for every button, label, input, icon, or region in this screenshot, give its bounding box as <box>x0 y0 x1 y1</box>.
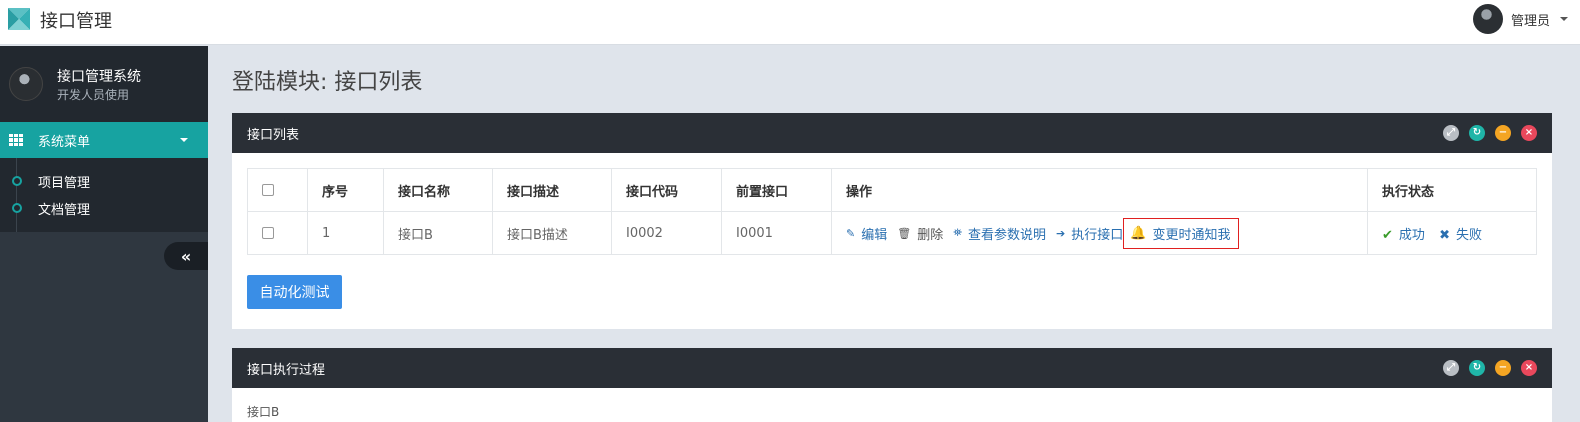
status-fail-link[interactable]: ✖ 失败 <box>1439 228 1482 243</box>
column-header: 接口描述 <box>492 168 612 212</box>
notify-on-change-link[interactable]: 🔔 变更时通知我 <box>1123 217 1240 249</box>
table-row: 1 接口B 接口B描述 I0002 I0001 ✎ 编辑 🗑 删除 ⛯ 查看参数说明 … <box>247 211 1537 255</box>
table-header-row: 序号 接口名称 接口描述 接口代码 前置接口 操作 执行状态 <box>247 168 1537 212</box>
x-icon: ✖ <box>1439 227 1450 243</box>
panel-title: 接口执行过程 <box>247 362 326 378</box>
sidebar-menu-header[interactable]: 系统菜单 <box>0 122 208 158</box>
trash-icon: 🗑 <box>897 226 912 240</box>
profile-name: 接口管理系统 <box>57 69 141 85</box>
edit-link[interactable]: ✎ 编辑 <box>846 224 887 243</box>
row-checkbox[interactable] <box>262 227 274 239</box>
sidebar-item-label: 文档管理 <box>38 202 91 218</box>
delete-label: 删除 <box>917 227 944 243</box>
view-params-link[interactable]: ⛯ 查看参数说明 <box>953 224 1046 243</box>
panel-tools: ⤢ ↻ − × <box>1443 125 1537 141</box>
sidebar-item-projects[interactable]: 项目管理 <box>0 170 208 192</box>
cell-index: 1 <box>307 211 384 255</box>
refresh-icon[interactable]: ↻ <box>1469 360 1485 376</box>
panel-title: 接口列表 <box>247 127 300 143</box>
execute-label: 执行接口 <box>1071 227 1124 243</box>
circle-icon <box>12 203 22 213</box>
panel-header: 接口列表 ⤢ ↻ − × <box>232 113 1552 153</box>
cell-prev-api: I0001 <box>721 211 832 255</box>
notify-label: 变更时通知我 <box>1152 227 1231 243</box>
cell-status: ✔ 成功 ✖ 失败 <box>1367 211 1537 255</box>
sidebar-profile: 接口管理系统 开发人员使用 <box>0 46 208 122</box>
sidebar-menu-label: 系统菜单 <box>38 134 91 150</box>
chevron-down-icon[interactable] <box>1560 17 1568 21</box>
sidebar-item-label: 项目管理 <box>38 175 91 191</box>
select-all-checkbox[interactable] <box>262 184 274 196</box>
avatar <box>9 67 43 101</box>
bell-icon: 🔔 <box>1130 225 1147 241</box>
sidebar-submenu: 项目管理 文档管理 <box>0 158 208 232</box>
api-table: 序号 接口名称 接口描述 接口代码 前置接口 操作 执行状态 1 接口B 接口B… <box>247 168 1537 255</box>
delete-link[interactable]: 🗑 删除 <box>897 224 943 243</box>
minimize-icon[interactable]: − <box>1495 125 1511 141</box>
process-body-text: 接口B <box>247 405 280 419</box>
cell-code: I0002 <box>611 211 722 255</box>
expand-icon[interactable]: ⤢ <box>1443 360 1459 376</box>
cell-operations: ✎ 编辑 🗑 删除 ⛯ 查看参数说明 ➔ 执行接口 🔔 变更时通知我 <box>831 211 1368 255</box>
column-header: 执行状态 <box>1367 168 1537 212</box>
expand-icon[interactable]: ⤢ <box>1443 125 1459 141</box>
circle-icon <box>12 176 22 186</box>
avatar[interactable] <box>1472 4 1503 34</box>
view-params-label: 查看参数说明 <box>968 227 1047 243</box>
row-select-cell <box>247 211 308 255</box>
grid-icon <box>9 134 23 146</box>
top-bar: 接口管理 管理员 <box>0 0 1580 45</box>
select-all-cell <box>247 168 308 212</box>
cell-description: 接口B描述 <box>492 211 612 255</box>
close-icon[interactable]: × <box>1521 125 1537 141</box>
check-icon: ✔ <box>1382 227 1393 243</box>
cell-name: 接口B <box>383 211 493 255</box>
close-icon[interactable]: × <box>1521 360 1537 376</box>
fail-label: 失败 <box>1455 227 1482 243</box>
success-label: 成功 <box>1398 227 1425 243</box>
sidebar-collapse-button[interactable]: « <box>164 242 208 270</box>
app-title: 接口管理 <box>40 11 112 32</box>
arrow-right-icon: ➔ <box>1056 226 1066 240</box>
execute-link[interactable]: ➔ 执行接口 <box>1056 224 1123 243</box>
user-name[interactable]: 管理员 <box>1511 10 1550 29</box>
column-header: 接口名称 <box>383 168 493 212</box>
minimize-icon[interactable]: − <box>1495 360 1511 376</box>
caret-down-icon <box>180 138 188 142</box>
execution-process-panel: 接口执行过程 ⤢ ↻ − × 接口B <box>232 348 1552 422</box>
pencil-icon: ✎ <box>846 226 856 240</box>
sidebar: 接口管理系统 开发人员使用 系统菜单 项目管理 文档管理 « <box>0 46 208 422</box>
api-list-panel: 接口列表 ⤢ ↻ − × 序号 接口名称 接口描述 接口代码 前置接口 操作 执… <box>232 113 1552 329</box>
column-header: 操作 <box>831 168 1368 212</box>
column-header: 前置接口 <box>721 168 832 212</box>
status-success-link[interactable]: ✔ 成功 <box>1382 228 1425 243</box>
sidebar-item-documents[interactable]: 文档管理 <box>0 197 208 219</box>
panel-header: 接口执行过程 ⤢ ↻ − × <box>232 348 1552 388</box>
binoculars-icon: ⛯ <box>953 226 963 239</box>
user-menu[interactable]: 管理员 <box>1472 4 1568 34</box>
edit-label: 编辑 <box>861 227 888 243</box>
profile-subtitle: 开发人员使用 <box>57 88 130 102</box>
column-header: 序号 <box>307 168 384 212</box>
auto-test-button[interactable]: 自动化测试 <box>247 275 342 309</box>
double-chevron-left-icon: « <box>180 246 192 266</box>
refresh-icon[interactable]: ↻ <box>1469 125 1485 141</box>
logo-icon <box>8 8 30 30</box>
page-title: 登陆模块: 接口列表 <box>232 70 423 95</box>
column-header: 接口代码 <box>611 168 722 212</box>
panel-tools: ⤢ ↻ − × <box>1443 360 1537 376</box>
